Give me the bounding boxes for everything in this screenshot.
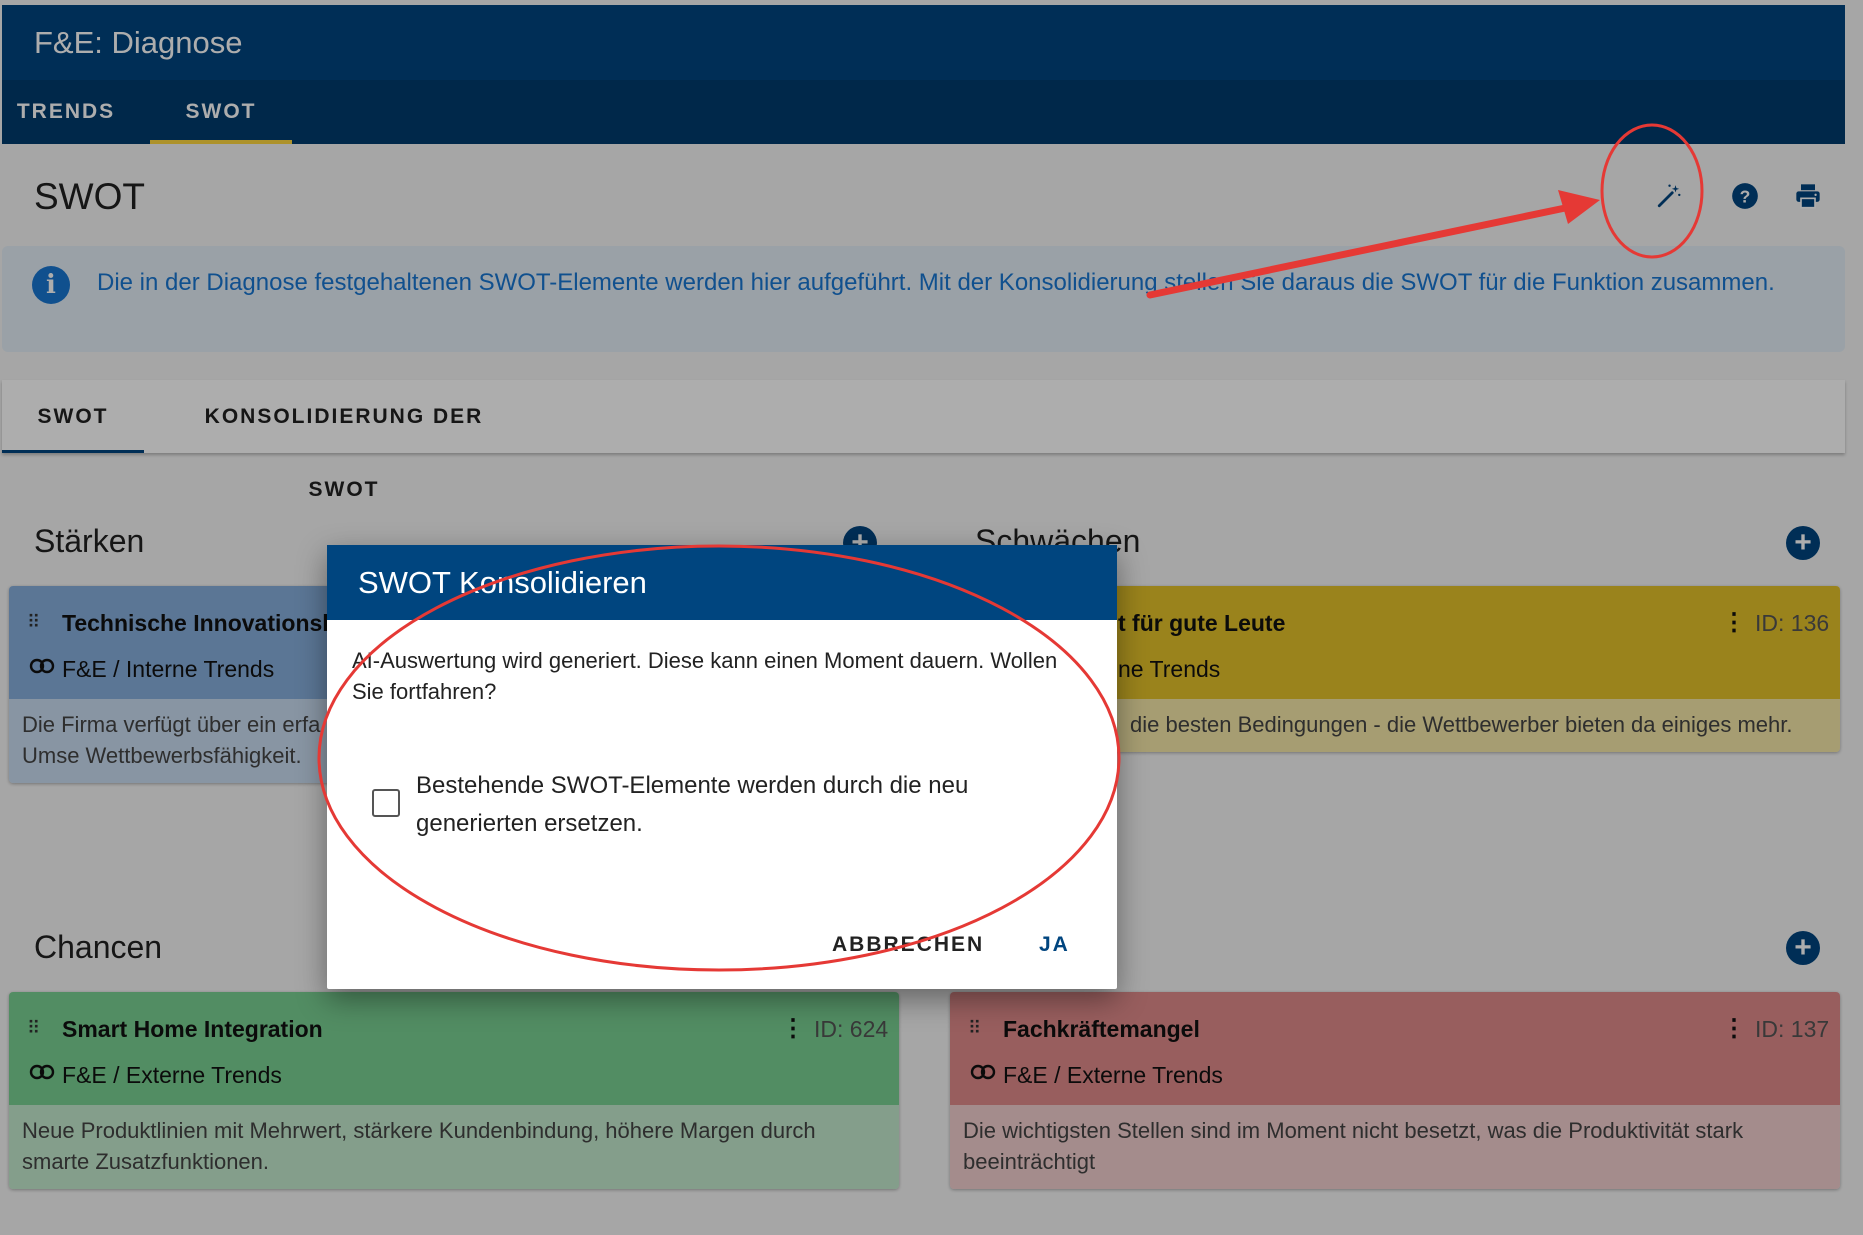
annotation-circle-dialog [317, 544, 1121, 972]
annotation-overlay [317, 123, 1704, 972]
annotation-circle-toolbar [1600, 123, 1704, 259]
annotation-arrow [1146, 203, 1574, 299]
annotation-arrowhead [1558, 190, 1600, 224]
